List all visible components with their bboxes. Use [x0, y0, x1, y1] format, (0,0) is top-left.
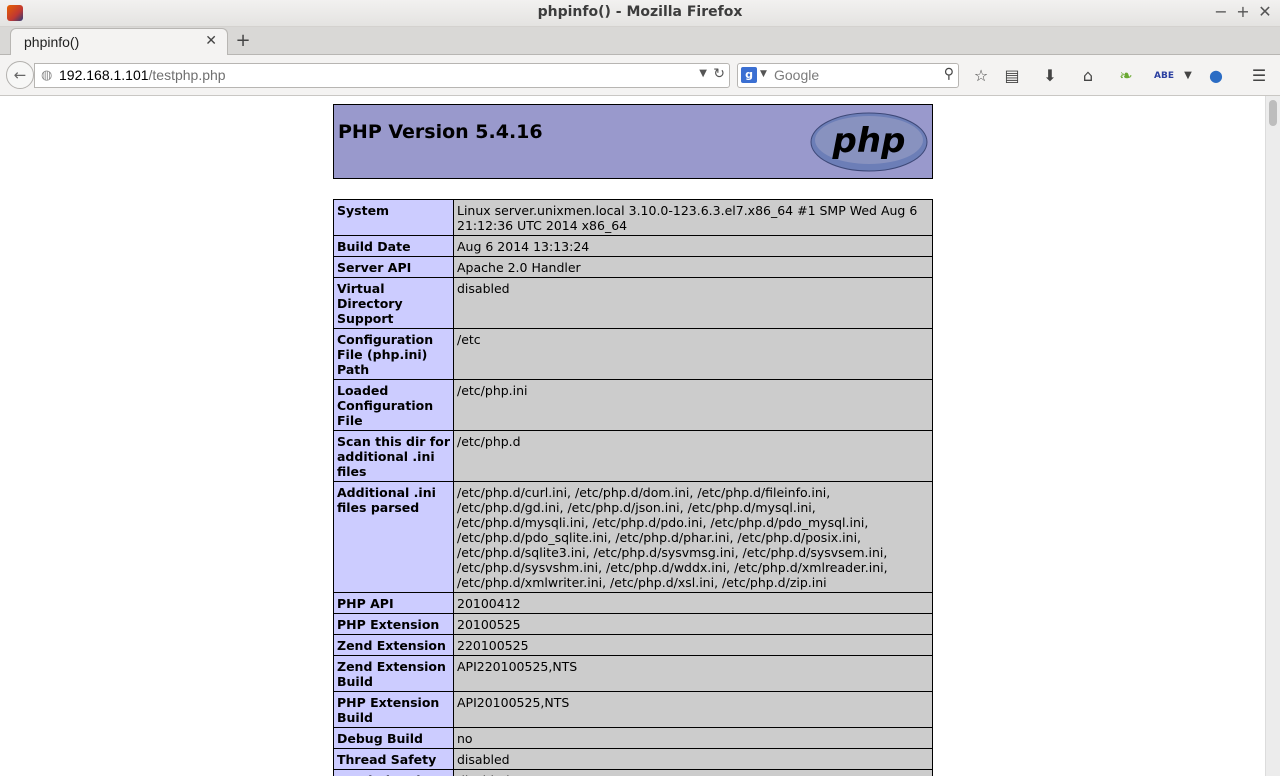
table-row: Scan this dir for additional .ini files /…: [333, 430, 933, 482]
table-row: Zend Extension 220100525: [333, 634, 933, 656]
leaf-addon-icon[interactable]: ❧: [1115, 67, 1137, 85]
row-value: Apache 2.0 Handler: [453, 256, 933, 278]
tab-close-icon[interactable]: ✕: [205, 33, 217, 49]
row-key: System: [333, 199, 454, 236]
abe-addon-icon[interactable]: ABE: [1153, 67, 1175, 85]
row-value: API220100525,NTS: [453, 655, 933, 692]
row-value: Aug 6 2014 13:13:24: [453, 235, 933, 257]
tab-label: phpinfo(): [24, 34, 80, 50]
table-row: Thread Safety disabled: [333, 748, 933, 770]
maximize-icon[interactable]: +: [1234, 3, 1252, 21]
table-row: PHP Extension 20100525: [333, 613, 933, 635]
row-key: PHP Extension: [333, 613, 454, 635]
row-key: Zend Extension Build: [333, 655, 454, 692]
row-value: /etc/php.d/curl.ini, /etc/php.d/dom.ini,…: [453, 481, 933, 593]
php-version-title: PHP Version 5.4.16: [338, 121, 543, 143]
table-row: PHP Extension Build API20100525,NTS: [333, 691, 933, 728]
close-icon[interactable]: ✕: [1256, 3, 1274, 21]
page-content: PHP Version 5.4.16 php System Linux serve…: [0, 96, 1266, 776]
tab-phpinfo[interactable]: phpinfo() ✕: [10, 28, 228, 55]
row-value: 20100525: [453, 613, 933, 635]
engine-dropdown-icon[interactable]: ▼: [760, 69, 767, 79]
phpinfo-table: System Linux server.unixmen.local 3.10.0-…: [333, 199, 933, 776]
reload-icon[interactable]: ↻: [713, 66, 725, 82]
row-key: Configuration File (php.ini) Path: [333, 328, 454, 380]
row-value: disabled: [453, 748, 933, 770]
window-title: phpinfo() - Mozilla Firefox: [537, 4, 743, 20]
menu-icon[interactable]: ☰: [1248, 67, 1270, 85]
scrollbar-thumb[interactable]: [1269, 100, 1277, 126]
minimize-icon[interactable]: −: [1212, 3, 1230, 21]
table-row: Build Date Aug 6 2014 13:13:24: [333, 235, 933, 257]
row-value: disabled: [453, 277, 933, 329]
php-logo-text: php: [832, 121, 906, 161]
row-key: Additional .ini files parsed: [333, 481, 454, 593]
window-titlebar: phpinfo() - Mozilla Firefox − + ✕: [0, 0, 1280, 27]
php-logo[interactable]: php: [810, 112, 928, 172]
new-tab-icon[interactable]: +: [235, 30, 251, 51]
row-value: /etc/php.d: [453, 430, 933, 482]
table-row: Configuration File (php.ini) Path/etc: [333, 328, 933, 380]
abe-dropdown-icon[interactable]: ▼: [1177, 67, 1199, 85]
row-key: Thread Safety: [333, 748, 454, 770]
url-history-dropdown-icon[interactable]: ▼: [699, 68, 707, 79]
row-value: Linux server.unixmen.local 3.10.0-123.6.…: [453, 199, 933, 236]
row-key: Scan this dir for additional .ini files: [333, 430, 454, 482]
row-key: Debug Build: [333, 727, 454, 749]
addon-globe-icon[interactable]: ●: [1205, 67, 1227, 85]
row-key: PHP Extension Build: [333, 691, 454, 728]
back-arrow-icon: ←: [13, 66, 27, 84]
search-icon[interactable]: ⚲: [944, 66, 954, 82]
phpinfo-container: PHP Version 5.4.16 php System Linux serve…: [333, 104, 933, 776]
row-value: no: [453, 727, 933, 749]
table-row: Zend Signal Handlingdisabled: [333, 769, 933, 776]
table-row: PHP API 20100412: [333, 592, 933, 614]
table-row: Additional .ini files parsed/etc/php.d/c…: [333, 481, 933, 593]
row-key: Zend Extension: [333, 634, 454, 656]
bookmark-star-icon[interactable]: ☆: [970, 67, 992, 85]
url-path: /testphp.php: [148, 67, 226, 83]
row-value: API20100525,NTS: [453, 691, 933, 728]
url-text[interactable]: 192.168.1.101/testphp.php: [59, 67, 226, 83]
downloads-icon[interactable]: ⬇: [1039, 67, 1061, 85]
row-value: 220100525: [453, 634, 933, 656]
row-value: /etc/php.ini: [453, 379, 933, 431]
row-key: Server API: [333, 256, 454, 278]
row-value: disabled: [453, 769, 933, 776]
google-engine-icon[interactable]: g: [741, 67, 757, 83]
home-icon[interactable]: ⌂: [1077, 67, 1099, 85]
vertical-scrollbar[interactable]: [1265, 96, 1280, 776]
navigation-bar: ← ◍ 192.168.1.101/testphp.php ▼ ↻ g ▼ Go…: [0, 55, 1280, 96]
row-key: Virtual Directory Support: [333, 277, 454, 329]
url-bar[interactable]: ◍ 192.168.1.101/testphp.php ▼ ↻: [34, 63, 730, 88]
table-row: Debug Build no: [333, 727, 933, 749]
table-row: Virtual Directory Support disabled: [333, 277, 933, 329]
tab-strip: phpinfo() ✕ +: [0, 27, 1280, 55]
table-row: Zend Extension Build API220100525,NTS: [333, 655, 933, 692]
table-row: System Linux server.unixmen.local 3.10.0-…: [333, 199, 933, 236]
row-key: Loaded Configuration File: [333, 379, 454, 431]
back-button[interactable]: ←: [6, 61, 34, 89]
bookmarks-list-icon[interactable]: ▤: [1001, 67, 1023, 85]
table-row: Loaded Configuration File/etc/php.ini: [333, 379, 933, 431]
row-key: Zend Signal Handling: [333, 769, 454, 776]
row-value: /etc: [453, 328, 933, 380]
row-key: PHP API: [333, 592, 454, 614]
row-key: Build Date: [333, 235, 454, 257]
search-bar[interactable]: g ▼ Google ⚲: [737, 63, 959, 88]
table-row: Server API Apache 2.0 Handler: [333, 256, 933, 278]
row-value: 20100412: [453, 592, 933, 614]
url-host: 192.168.1.101: [59, 67, 149, 83]
search-input[interactable]: Google: [774, 67, 819, 83]
globe-icon: ◍: [41, 68, 53, 83]
php-version-header: PHP Version 5.4.16 php: [333, 104, 933, 179]
